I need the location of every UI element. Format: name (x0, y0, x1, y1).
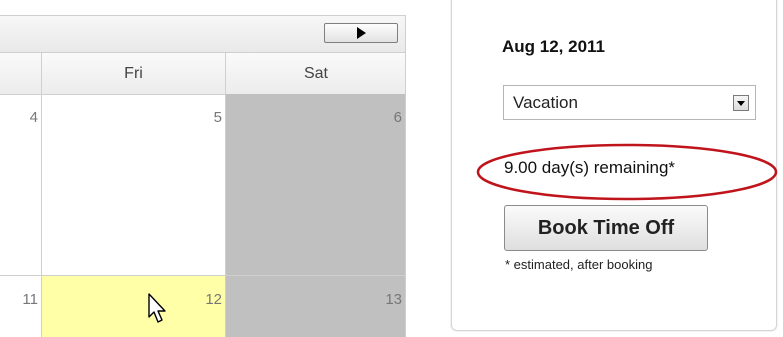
day-header-fri: Fri (124, 65, 143, 82)
next-week-button[interactable] (324, 23, 398, 43)
day-number: 13 (385, 291, 402, 308)
leave-type-value: Vacation (513, 93, 578, 112)
day-number: 11 (22, 291, 38, 308)
day-cell-13[interactable]: 13 (226, 276, 405, 337)
grid-line (225, 52, 226, 337)
leave-type-select[interactable]: Vacation (503, 85, 756, 120)
day-number: 12 (205, 291, 222, 308)
estimate-note: * estimated, after booking (505, 257, 653, 272)
days-remaining: 9.00 day(s) remaining* (504, 158, 676, 177)
calendar: Fri Sat 4 5 6 11 12 13 (0, 0, 406, 337)
grid-line (0, 275, 406, 276)
mouse-pointer-icon (148, 293, 166, 323)
day-cell-5[interactable]: 5 (42, 94, 225, 275)
day-number: 6 (393, 109, 402, 126)
day-of-week-row: Fri Sat (0, 52, 406, 95)
grid-line (41, 52, 42, 337)
day-cell-11[interactable]: 11 (0, 276, 41, 337)
day-number: 4 (29, 109, 38, 126)
day-cell-6[interactable]: 6 (226, 94, 405, 275)
calendar-header (0, 15, 406, 52)
day-cell-4[interactable]: 4 (0, 94, 41, 275)
book-time-off-button[interactable]: Book Time Off (504, 205, 708, 251)
day-cell-12-selected[interactable]: 12 (42, 276, 225, 337)
selected-date: Aug 12, 2011 (502, 37, 606, 56)
triangle-down-icon[interactable] (733, 95, 749, 111)
day-header-sat: Sat (303, 65, 328, 82)
day-number: 5 (213, 109, 222, 126)
triangle-right-icon (357, 27, 366, 39)
grid-line (405, 15, 406, 337)
